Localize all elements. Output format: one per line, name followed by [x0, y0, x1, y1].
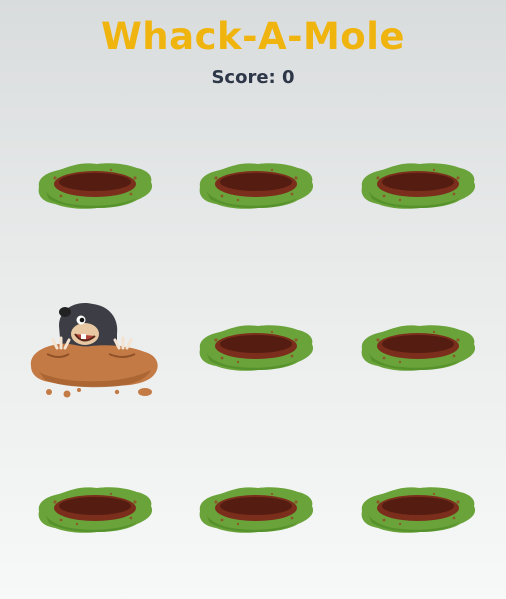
hole-icon: [199, 325, 314, 371]
mole-icon: [30, 302, 158, 398]
hole-icon: [199, 487, 314, 533]
hole-cell-9[interactable]: [342, 456, 492, 566]
hole-cell-3[interactable]: [342, 132, 492, 242]
hole-cell-1[interactable]: [19, 132, 169, 242]
hole-icon: [361, 325, 476, 371]
hole-cell-4[interactable]: [19, 294, 169, 404]
hole-icon: [361, 163, 476, 209]
hole-cell-5[interactable]: [180, 294, 330, 404]
hole-icon: [199, 163, 314, 209]
hole-cell-8[interactable]: [180, 456, 330, 566]
hole-cell-7[interactable]: [19, 456, 169, 566]
hole-cell-2[interactable]: [180, 132, 330, 242]
hole-icon: [38, 163, 153, 209]
mole-board: [0, 0, 506, 599]
hole-icon: [38, 487, 153, 533]
hole-icon: [361, 487, 476, 533]
hole-cell-6[interactable]: [342, 294, 492, 404]
